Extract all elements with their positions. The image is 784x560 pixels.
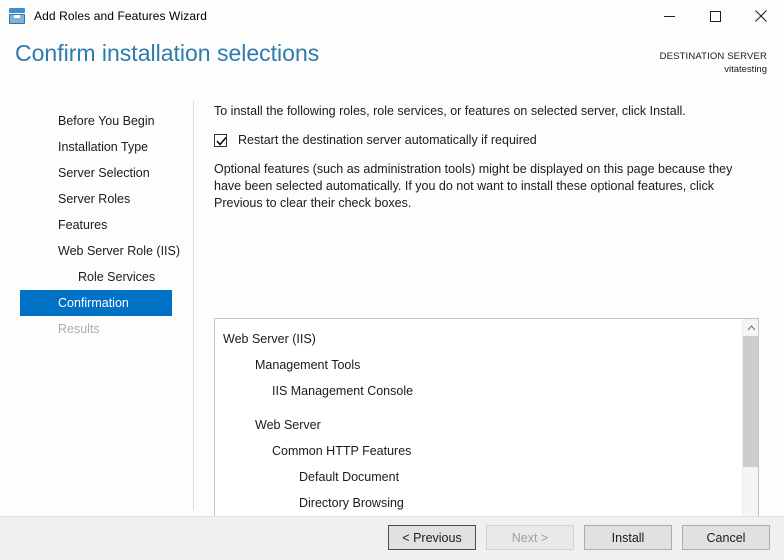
sidebar-item-label: Confirmation bbox=[58, 296, 129, 310]
add-roles-wizard-window: Add Roles and Features Wizard Confirm in… bbox=[0, 0, 784, 560]
list-item[interactable]: Web Server bbox=[215, 412, 742, 438]
sidebar-item-confirmation[interactable]: Confirmation bbox=[20, 290, 172, 316]
sidebar-item-before-you-begin[interactable]: Before You Begin bbox=[20, 108, 172, 134]
sidebar-item-features[interactable]: Features bbox=[20, 212, 172, 238]
maximize-button[interactable] bbox=[692, 0, 738, 32]
sidebar-divider bbox=[193, 100, 194, 510]
sidebar-item-web-server-role-iis[interactable]: Web Server Role (IIS) bbox=[20, 238, 180, 264]
list-item[interactable]: Management Tools bbox=[215, 352, 742, 378]
sidebar-item-server-selection[interactable]: Server Selection bbox=[20, 160, 172, 186]
sidebar-item-label: Server Roles bbox=[58, 192, 131, 206]
destination-server-name: vitatesting bbox=[724, 64, 767, 75]
list-item[interactable]: IIS Management Console bbox=[215, 378, 742, 404]
list-item[interactable]: Web Server (IIS) bbox=[215, 326, 742, 352]
previous-button[interactable]: < Previous bbox=[388, 525, 476, 550]
wizard-step-nav: Before You Begin Installation Type Serve… bbox=[0, 108, 192, 342]
scroll-up-button[interactable] bbox=[743, 319, 758, 336]
sidebar-item-server-roles[interactable]: Server Roles bbox=[20, 186, 172, 212]
close-button[interactable] bbox=[738, 0, 784, 32]
sidebar-item-label: Server Selection bbox=[58, 166, 150, 180]
chevron-up-icon bbox=[747, 324, 755, 330]
server-roles-icon bbox=[9, 8, 25, 24]
intro-text: To install the following roles, role ser… bbox=[214, 104, 686, 118]
sidebar-item-label: Before You Begin bbox=[58, 114, 155, 128]
next-button: Next > bbox=[486, 525, 574, 550]
sidebar-item-label: Web Server Role (IIS) bbox=[58, 244, 181, 258]
scrollbar-track[interactable] bbox=[743, 336, 758, 528]
list-item[interactable]: Directory Browsing bbox=[215, 490, 742, 516]
selection-list-box: Web Server (IIS) Management Tools IIS Ma… bbox=[214, 318, 759, 546]
sidebar-item-results: Results bbox=[20, 316, 172, 342]
install-button[interactable]: Install bbox=[584, 525, 672, 550]
window-title: Add Roles and Features Wizard bbox=[34, 9, 207, 23]
list-scrollbar[interactable] bbox=[742, 319, 758, 545]
sidebar-item-label: Features bbox=[58, 218, 108, 232]
selection-tree: Web Server (IIS) Management Tools IIS Ma… bbox=[215, 319, 742, 545]
list-item[interactable]: Default Document bbox=[215, 464, 742, 490]
restart-checkbox[interactable] bbox=[214, 134, 227, 147]
main-content: To install the following roles, role ser… bbox=[214, 103, 759, 212]
page-header: Confirm installation selections DESTINAT… bbox=[0, 32, 784, 94]
restart-checkbox-row[interactable]: Restart the destination server automatic… bbox=[214, 133, 759, 148]
sidebar-item-label: Installation Type bbox=[58, 140, 149, 154]
destination-server-block: DESTINATION SERVER vitatesting bbox=[660, 50, 767, 76]
optional-features-note: Optional features (such as administratio… bbox=[214, 162, 733, 210]
window-controls bbox=[646, 0, 784, 32]
page-title: Confirm installation selections bbox=[15, 40, 320, 66]
wizard-footer: < Previous Next > Install Cancel bbox=[0, 516, 784, 560]
sidebar-item-installation-type[interactable]: Installation Type bbox=[20, 134, 172, 160]
sidebar-item-label: Role Services bbox=[78, 270, 156, 284]
sidebar-item-role-services[interactable]: Role Services bbox=[20, 264, 172, 290]
minimize-button[interactable] bbox=[646, 0, 692, 32]
list-item[interactable]: Common HTTP Features bbox=[215, 438, 742, 464]
wizard-body: Before You Begin Installation Type Serve… bbox=[0, 94, 784, 560]
scrollbar-thumb[interactable] bbox=[743, 336, 758, 467]
footer-button-row: < Previous Next > Install Cancel bbox=[388, 525, 770, 550]
sidebar-item-label: Results bbox=[58, 322, 100, 336]
cancel-button[interactable]: Cancel bbox=[682, 525, 770, 550]
title-bar: Add Roles and Features Wizard bbox=[0, 0, 784, 32]
destination-server-label: DESTINATION SERVER bbox=[659, 51, 767, 62]
restart-checkbox-label: Restart the destination server automatic… bbox=[238, 133, 537, 147]
checkmark-icon bbox=[216, 137, 227, 146]
